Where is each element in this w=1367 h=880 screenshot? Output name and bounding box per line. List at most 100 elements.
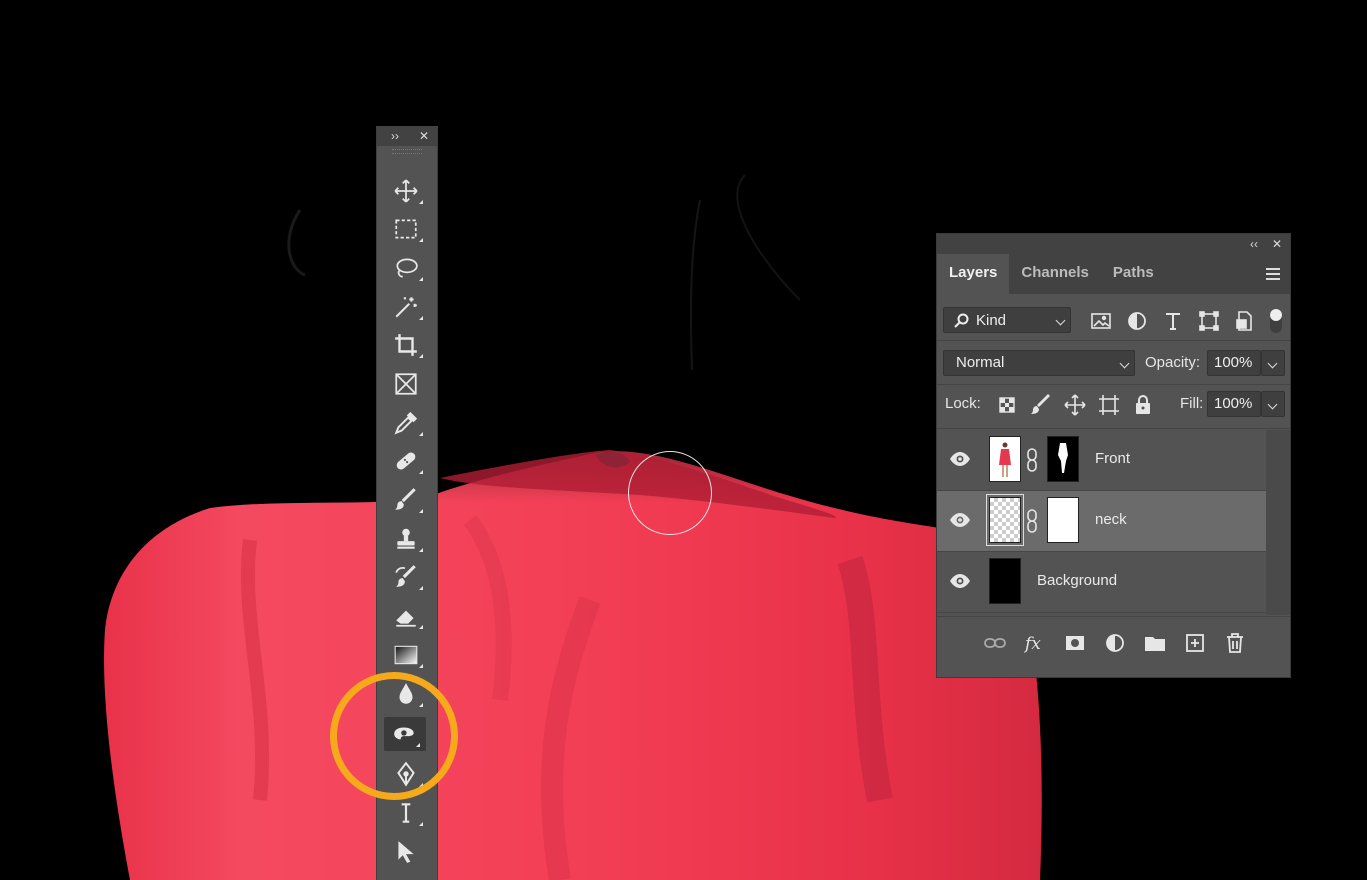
close-panel-button[interactable]: ✕ (419, 129, 429, 143)
gradient-icon (394, 645, 418, 665)
bandage-icon (396, 452, 416, 470)
lock-label: Lock: (945, 395, 981, 412)
move-tool[interactable] (383, 174, 429, 208)
lock-artboard-icon[interactable] (1097, 393, 1121, 417)
layer-thumbnail[interactable] (989, 558, 1021, 604)
shape-filter-icon[interactable] (1197, 309, 1221, 333)
link-icon[interactable] (1027, 448, 1037, 472)
brush-cursor (628, 451, 712, 535)
layer-mask-thumbnail[interactable] (1047, 497, 1079, 543)
burn-hand-icon (394, 727, 414, 740)
eye-icon[interactable] (949, 512, 971, 528)
lock-all-icon[interactable] (1131, 393, 1155, 417)
layer-name[interactable]: neck (1095, 511, 1127, 528)
move-icon (394, 179, 418, 203)
fill-input[interactable]: 100% (1207, 391, 1261, 417)
close-layers-panel-button[interactable]: ✕ (1272, 237, 1282, 251)
eye-icon[interactable] (949, 573, 971, 589)
eraser-tool[interactable] (383, 599, 429, 633)
tab-paths[interactable]: Paths (1101, 254, 1166, 294)
eraser-icon (396, 610, 416, 627)
history-brush-tool[interactable] (383, 560, 429, 594)
crop-icon (395, 334, 417, 356)
fill-dropdown-button[interactable] (1261, 391, 1285, 417)
magic-wand-icon (395, 297, 417, 318)
frame-tool[interactable] (383, 367, 429, 401)
new-layer-icon[interactable] (1183, 631, 1207, 655)
opacity-label: Opacity: (1145, 354, 1201, 371)
layer-name[interactable]: Front (1095, 450, 1130, 467)
filter-toggle[interactable] (1270, 309, 1282, 333)
lock-transparent-pixels-icon[interactable] (995, 393, 1019, 417)
type-icon (401, 803, 411, 823)
stamp-icon (397, 528, 415, 549)
rect-marquee-icon (395, 219, 417, 239)
fill-label: Fill: (1180, 395, 1204, 412)
tools-panel-titlebar[interactable]: ›› ✕ (377, 126, 437, 146)
layer-row-front[interactable]: Front (937, 430, 1267, 491)
lock-position-icon[interactable] (1063, 393, 1087, 417)
new-adjustment-layer-icon[interactable] (1103, 631, 1127, 655)
type-filter-icon[interactable] (1161, 309, 1185, 333)
lock-image-pixels-icon[interactable] (1029, 393, 1053, 417)
opacity-dropdown-button[interactable] (1261, 350, 1285, 376)
tab-layers[interactable]: Layers (937, 254, 1010, 294)
panel-menu-icon[interactable] (1266, 268, 1280, 283)
delete-layer-icon[interactable] (1223, 631, 1247, 655)
layers-scrollbar[interactable] (1266, 430, 1290, 615)
lasso-tool[interactable] (383, 251, 429, 285)
add-mask-icon[interactable] (1063, 631, 1087, 655)
adjustment-filter-icon[interactable] (1125, 309, 1149, 333)
svg-text:fx: fx (1023, 634, 1041, 654)
dodge-burn-tool[interactable] (384, 717, 426, 751)
new-group-icon[interactable] (1143, 631, 1167, 655)
brush-icon (395, 488, 416, 510)
type-tool[interactable] (383, 796, 429, 830)
gradient-tool[interactable] (383, 638, 429, 672)
blur-drop-icon (399, 683, 413, 704)
history-brush-icon (395, 565, 416, 587)
link-layers-icon[interactable] (983, 631, 1007, 655)
lasso-icon (396, 258, 418, 278)
healing-brush-tool[interactable] (383, 444, 429, 478)
panel-tabs: Layers Channels Paths (937, 254, 1290, 294)
layers-panel: ‹‹ ✕ Layers Channels Paths Kind Normal O… (936, 233, 1291, 678)
eye-icon[interactable] (949, 451, 971, 467)
eyedropper-tool[interactable] (383, 406, 429, 440)
pen-tool[interactable] (383, 757, 429, 791)
collapse-panel-button[interactable]: ‹‹ (1250, 237, 1258, 251)
search-icon (954, 313, 969, 328)
fx-icon[interactable]: fx (1023, 631, 1047, 655)
eyedropper-icon (394, 411, 418, 435)
layer-thumbnail[interactable] (989, 436, 1021, 482)
opacity-input[interactable]: 100% (1207, 350, 1261, 376)
layer-name[interactable]: Background (1037, 572, 1117, 589)
expand-panel-button[interactable]: ›› (391, 129, 399, 143)
blend-mode-label: Normal (956, 354, 1005, 371)
path-selection-tool[interactable] (383, 835, 429, 869)
blend-mode-select[interactable]: Normal (943, 350, 1135, 376)
crop-tool[interactable] (383, 328, 429, 362)
filter-kind-label: Kind (976, 312, 1007, 329)
marquee-tool[interactable] (383, 212, 429, 246)
tools-panel: ›› ✕ (376, 126, 438, 880)
tab-channels[interactable]: Channels (1009, 254, 1101, 294)
layers-bottom-bar: fx (937, 616, 1290, 677)
layer-thumbnail[interactable] (986, 494, 1024, 546)
magic-wand-tool[interactable] (383, 290, 429, 324)
pen-icon (397, 761, 415, 787)
layer-list: Front neck Background (937, 430, 1267, 613)
filter-kind-select[interactable]: Kind (943, 307, 1071, 333)
panel-grip[interactable] (377, 146, 437, 156)
blur-tool[interactable] (383, 677, 429, 711)
layer-row-background[interactable]: Background (937, 552, 1267, 613)
layers-panel-titlebar[interactable]: ‹‹ ✕ (937, 234, 1290, 254)
layer-mask-thumbnail[interactable] (1047, 436, 1079, 482)
brush-tool[interactable] (383, 483, 429, 517)
link-icon[interactable] (1027, 509, 1037, 533)
frame-icon (395, 373, 417, 395)
image-filter-icon[interactable] (1089, 309, 1113, 333)
layer-row-neck[interactable]: neck (937, 491, 1267, 552)
smart-object-filter-icon[interactable] (1233, 309, 1257, 333)
clone-stamp-tool[interactable] (383, 522, 429, 556)
